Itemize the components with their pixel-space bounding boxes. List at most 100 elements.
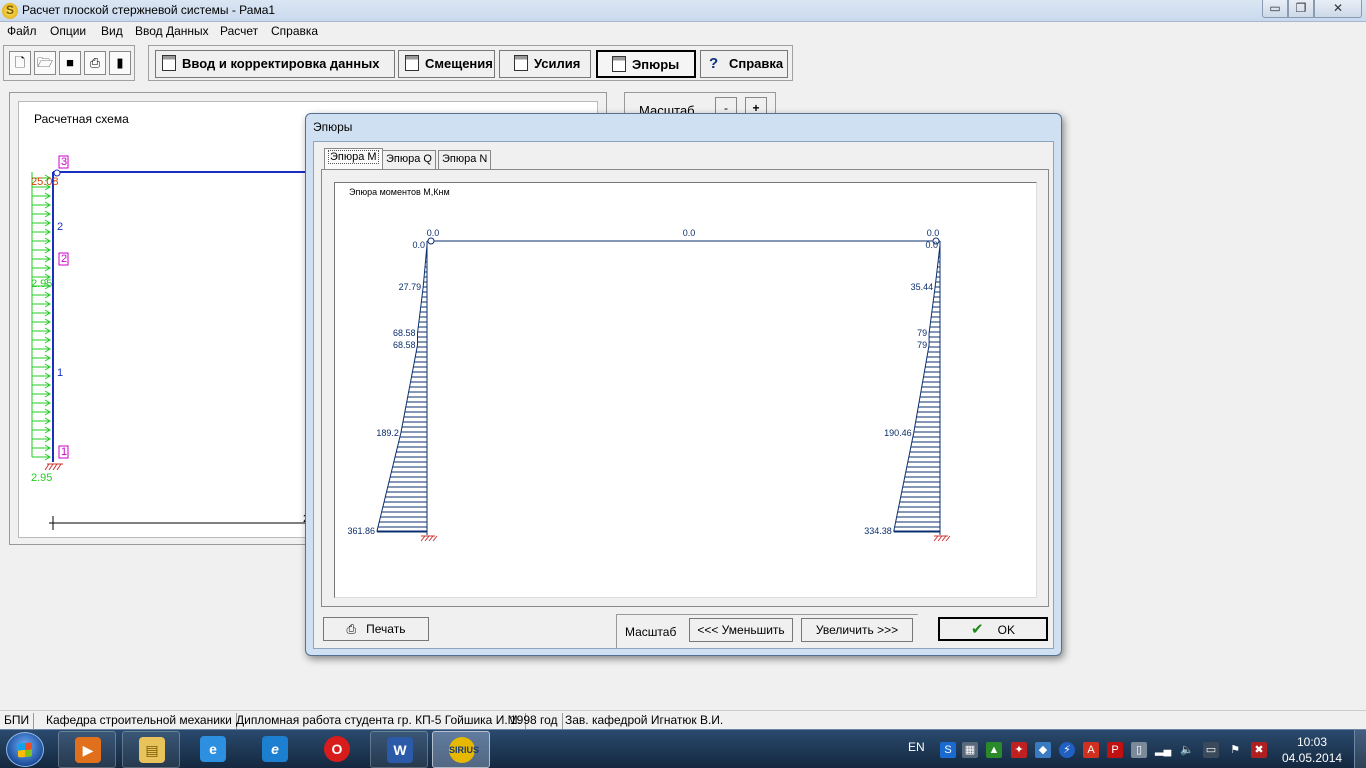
taskbar-ie-2[interactable]: e: [246, 731, 304, 768]
node-label: 2: [61, 253, 68, 265]
tab-normal[interactable]: Эпюра N: [438, 150, 492, 169]
tab-shear[interactable]: Эпюра Q: [382, 150, 436, 169]
increase-button[interactable]: Увеличить >>>: [801, 618, 913, 642]
tray-device-icon[interactable]: ▯: [1131, 742, 1147, 758]
moment-diagram: Эпюра моментов M,Кнм 0.0 27.79 68.58 68.…: [334, 182, 1037, 598]
displacements-button[interactable]: Смещения: [398, 50, 495, 78]
checkmark-icon: ✔: [971, 621, 984, 638]
tray-network-app-icon[interactable]: ▲: [986, 742, 1002, 758]
taskbar-media-player[interactable]: ▶: [58, 731, 116, 768]
new-file-icon[interactable]: 🗋: [9, 51, 31, 75]
close-button[interactable]: ✕: [1314, 0, 1362, 18]
menu-options[interactable]: Опции: [50, 24, 86, 38]
scale-label: Масштаб: [625, 625, 677, 639]
skype-icon[interactable]: S: [940, 742, 956, 758]
help-icon: ?: [709, 55, 719, 72]
sirius-icon: SIRIUS: [449, 737, 479, 763]
right-value-label: 79: [917, 328, 927, 338]
left-value-label: 27.79: [399, 282, 422, 292]
status-bar: БПИ Кафедра строительной механики Диплом…: [0, 710, 1366, 729]
edit-data-icon: [162, 55, 176, 71]
right-value-label: 190.46: [884, 428, 912, 438]
left-diagram-hatch: [377, 256, 427, 533]
forces-button[interactable]: Усилия: [499, 50, 591, 78]
print-icon[interactable]: ⎙: [84, 51, 106, 75]
help-button[interactable]: ? Справка: [700, 50, 788, 78]
word-icon: W: [387, 737, 413, 763]
left-value-label: 68.58: [393, 340, 416, 350]
dialog-title: Эпюры: [313, 120, 353, 134]
monitor-icon[interactable]: ▭: [1203, 742, 1219, 758]
element-label: 2: [57, 221, 64, 233]
maximize-button[interactable]: ❐: [1288, 0, 1314, 18]
show-desktop-button[interactable]: [1354, 730, 1366, 768]
status-institute: БПИ: [0, 713, 35, 729]
dialog-body: Эпюра M Эпюра Q Эпюра N Эпюра моментов M…: [313, 141, 1054, 649]
clock[interactable]: 10:03 04.05.2014: [1282, 734, 1342, 766]
taskbar-sirius[interactable]: SIRIUS: [432, 731, 490, 768]
notification-icon[interactable]: ⚑: [1227, 742, 1243, 758]
taskbar-opera[interactable]: O: [308, 731, 366, 768]
save-icon[interactable]: ■: [59, 51, 81, 75]
status-head: Зав. кафедрой Игнатюк В.И.: [565, 713, 724, 727]
calculator-icon: [514, 55, 528, 71]
window-title-bar: Расчет плоской стержневой системы - Рама…: [0, 0, 1366, 22]
load-label: 25.08: [31, 176, 59, 188]
right-value-label: 79: [917, 340, 927, 350]
left-value-label: 0.0: [412, 240, 425, 250]
file-toolbar: 🗋 🗁 ■ ⎙ ▮: [3, 45, 135, 81]
tray-x-icon[interactable]: ✖: [1251, 742, 1267, 758]
data-input-button[interactable]: Ввод и корректировка данных: [155, 50, 395, 78]
taskbar-ie[interactable]: e: [184, 731, 242, 768]
tray-shield-icon[interactable]: ◆: [1035, 742, 1051, 758]
diagrams-button[interactable]: Эпюры: [596, 50, 696, 78]
clock-time: 10:03: [1296, 735, 1328, 749]
menu-data-input[interactable]: Ввод Данных: [135, 24, 209, 38]
ok-button[interactable]: ✔ OK: [938, 617, 1048, 641]
close-icon: ✕: [1332, 1, 1344, 15]
right-diagram-hatch: [893, 256, 940, 533]
top-value-label: 0.0: [427, 228, 440, 238]
scheme-title: Расчетная схема: [34, 112, 129, 126]
tray-acrobat-icon[interactable]: A: [1083, 742, 1099, 758]
decrease-button[interactable]: <<< Уменьшить: [689, 618, 793, 642]
print-button[interactable]: ⎙ Печать: [323, 617, 429, 641]
tray-pdf-icon[interactable]: P: [1107, 742, 1123, 758]
taskbar: ▶ ▤ e e O W SIRIUS EN S ▦ ▲ ✦ ◆ ⚡ A P ▯ …: [0, 729, 1366, 768]
signal-icon[interactable]: ▂▄: [1155, 742, 1171, 758]
menu-calculation[interactable]: Расчет: [220, 24, 258, 38]
volume-icon[interactable]: 🔈: [1179, 742, 1195, 758]
status-year: 1998 год: [506, 713, 563, 729]
support-icon: [44, 463, 63, 471]
taskbar-word[interactable]: W: [370, 731, 428, 768]
tray-app-icon[interactable]: ▦: [962, 742, 978, 758]
ie-icon: e: [262, 736, 288, 762]
load-label: 2.95: [31, 472, 53, 484]
minimize-button[interactable]: ▭: [1262, 0, 1288, 18]
exit-door-icon[interactable]: ▮: [109, 51, 131, 75]
menu-view[interactable]: Вид: [101, 24, 123, 38]
language-indicator[interactable]: EN: [908, 740, 925, 754]
ie-icon: e: [200, 736, 226, 762]
distributed-load: [31, 172, 51, 461]
menu-help[interactable]: Справка: [271, 24, 318, 38]
right-value-label: 334.38: [864, 526, 892, 536]
node-label: 1: [61, 446, 68, 458]
restore-icon: ❐: [1295, 1, 1307, 15]
main-toolbar: Ввод и корректировка данных Смещения Уси…: [148, 45, 793, 81]
top-value-label: 0.0: [683, 228, 696, 238]
print-icon: ⎙: [346, 622, 357, 636]
calculator-icon: [405, 55, 419, 71]
opera-icon: O: [324, 736, 350, 762]
hinge-left: [427, 237, 435, 245]
window-title: Расчет плоской стержневой системы - Рама…: [22, 3, 276, 17]
taskbar-explorer[interactable]: ▤: [122, 731, 180, 768]
status-thesis: Дипломная работа студента гр. КП-5 Гойши…: [232, 713, 526, 729]
open-folder-icon[interactable]: 🗁: [34, 51, 56, 75]
start-button[interactable]: [6, 732, 44, 767]
menu-file[interactable]: Файл: [7, 24, 37, 38]
tray-red-app-icon[interactable]: ✦: [1011, 742, 1027, 758]
tab-moment[interactable]: Эпюра M: [324, 148, 383, 170]
diagrams-dialog: Эпюры Эпюра M Эпюра Q Эпюра N Эпюра моме…: [305, 113, 1062, 656]
tray-power-icon[interactable]: ⚡: [1059, 742, 1075, 758]
